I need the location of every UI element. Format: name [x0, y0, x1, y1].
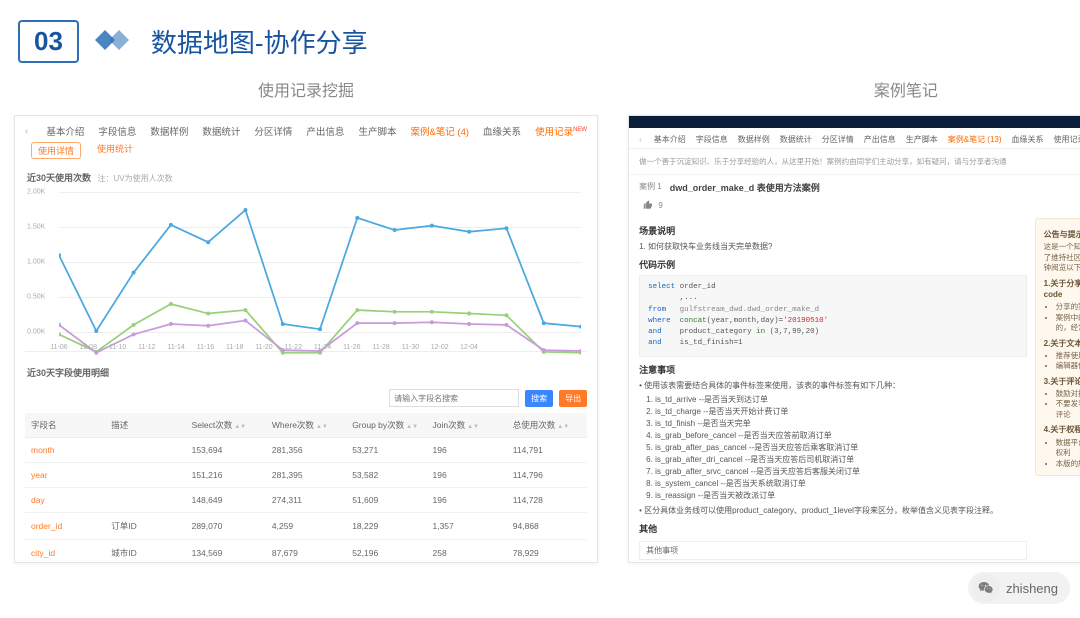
chart-title: 近30天使用次数 注：UV为使用人次数 [15, 167, 597, 188]
tab-basic[interactable]: 基本介绍 [46, 124, 84, 138]
table-row[interactable]: order_id订单ID289,0704,25918,2291,35794,86… [25, 513, 587, 540]
scene-title: 场景说明 [639, 224, 1027, 237]
tab-lineage[interactable]: 血缘关系 [483, 124, 521, 138]
tab-script[interactable]: 生产脚本 [358, 124, 396, 138]
tab-usage[interactable]: 使用记录NEW [535, 124, 587, 138]
table-row[interactable]: month153,694281,35653,271196114,791 [25, 438, 587, 463]
wechat-name: zhisheng [1006, 581, 1058, 596]
sub-tabs: 使用详情 使用统计 [15, 142, 597, 167]
usage-table: 字段名描述Select次数▲▼Where次数▲▼Group by次数▲▼Join… [25, 413, 587, 563]
diamond-icon [93, 28, 137, 55]
right-screenshot: ‹ 基本介绍 字段信息 数据样例 数据统计 分区详情 产出信息 生产脚本 案例&… [628, 115, 1080, 563]
warn-extra: • 区分具体业务线可以使用product_category、product_1l… [639, 505, 1027, 516]
warn-intro: • 使用该表需要结合具体的事件标签来使用，该表的事件标签有如下几种： [639, 380, 1027, 391]
search-input[interactable] [389, 389, 519, 407]
other-title: 其他 [639, 522, 1027, 535]
tab-sample[interactable]: 数据样例 [150, 124, 188, 138]
usage-chart: 0.00K0.50K1.00K1.50K2.00K 11-0611-0811-1… [25, 190, 587, 352]
tab-notes[interactable]: 案例&笔记 (13) [948, 134, 1002, 145]
case-label: 案例 1 [639, 181, 662, 192]
tab-output[interactable]: 产出信息 [306, 124, 344, 138]
right-tabs: ‹ 基本介绍 字段信息 数据样例 数据统计 分区详情 产出信息 生产脚本 案例&… [629, 128, 1080, 149]
subtab-stats[interactable]: 使用统计 [97, 142, 133, 159]
code-title: 代码示例 [639, 258, 1027, 271]
window-topbar [629, 116, 1080, 128]
case-name: dwd_order_make_d 表使用方法案例 [670, 181, 820, 194]
export-button[interactable]: 导出 [559, 390, 587, 407]
tab-fields[interactable]: 字段信息 [98, 124, 136, 138]
wechat-icon [972, 574, 1000, 602]
tab-partition[interactable]: 分区详情 [254, 124, 292, 138]
page-title: 数据地图-协作分享 [151, 23, 368, 60]
warn-title: 注意事项 [639, 363, 1027, 376]
search-button[interactable]: 搜索 [525, 390, 553, 407]
table-row[interactable]: day148,649274,31151,609196114,728 [25, 488, 587, 513]
right-panel-title: 案例笔记 [628, 77, 1080, 101]
notice-text: 做一个善于沉淀知识、乐于分享经验的人，从这里开始！案例约由同学们主动分享，如有疑… [639, 156, 1007, 167]
table-row[interactable]: city_id城市ID134,56987,67952,19625878,929 [25, 540, 587, 564]
tab-notes[interactable]: 案例&笔记 (4) [410, 124, 469, 138]
left-panel-title: 使用记录挖掘 [14, 77, 598, 101]
chevron-left-icon[interactable]: ‹ [639, 135, 642, 144]
left-tabs: ‹ 基本介绍 字段信息 数据样例 数据统计 分区详情 产出信息 生产脚本 案例&… [15, 116, 597, 142]
tab-stats[interactable]: 数据统计 [202, 124, 240, 138]
code-block: select order_id ,... from gulfstream_dwd… [639, 275, 1027, 357]
table-title: 近30天字段使用明细 [15, 362, 597, 383]
wechat-bubble[interactable]: zhisheng [968, 572, 1070, 604]
scene-question: 1. 如何获取快车业务线当天完单数据? [639, 241, 1027, 252]
left-screenshot: ‹ 基本介绍 字段信息 数据样例 数据统计 分区详情 产出信息 生产脚本 案例&… [14, 115, 598, 563]
subtab-detail[interactable]: 使用详情 [31, 142, 81, 159]
chevron-left-icon[interactable]: ‹ [25, 126, 28, 137]
table-row[interactable]: year151,216281,39553,582196114,796 [25, 463, 587, 488]
guideline-card: 公告与提示 这是一个知识沉淀与分享的天地，为了维持社区的健康发展，请读者一分钟阅… [1035, 218, 1080, 476]
section-number: 03 [18, 20, 79, 63]
warn-list: is_td_arrive --是否当天到达订单is_td_charge --是否… [639, 394, 1027, 502]
other-box: 其他事项 [639, 541, 1027, 560]
like-count[interactable]: 9 [629, 196, 1080, 214]
